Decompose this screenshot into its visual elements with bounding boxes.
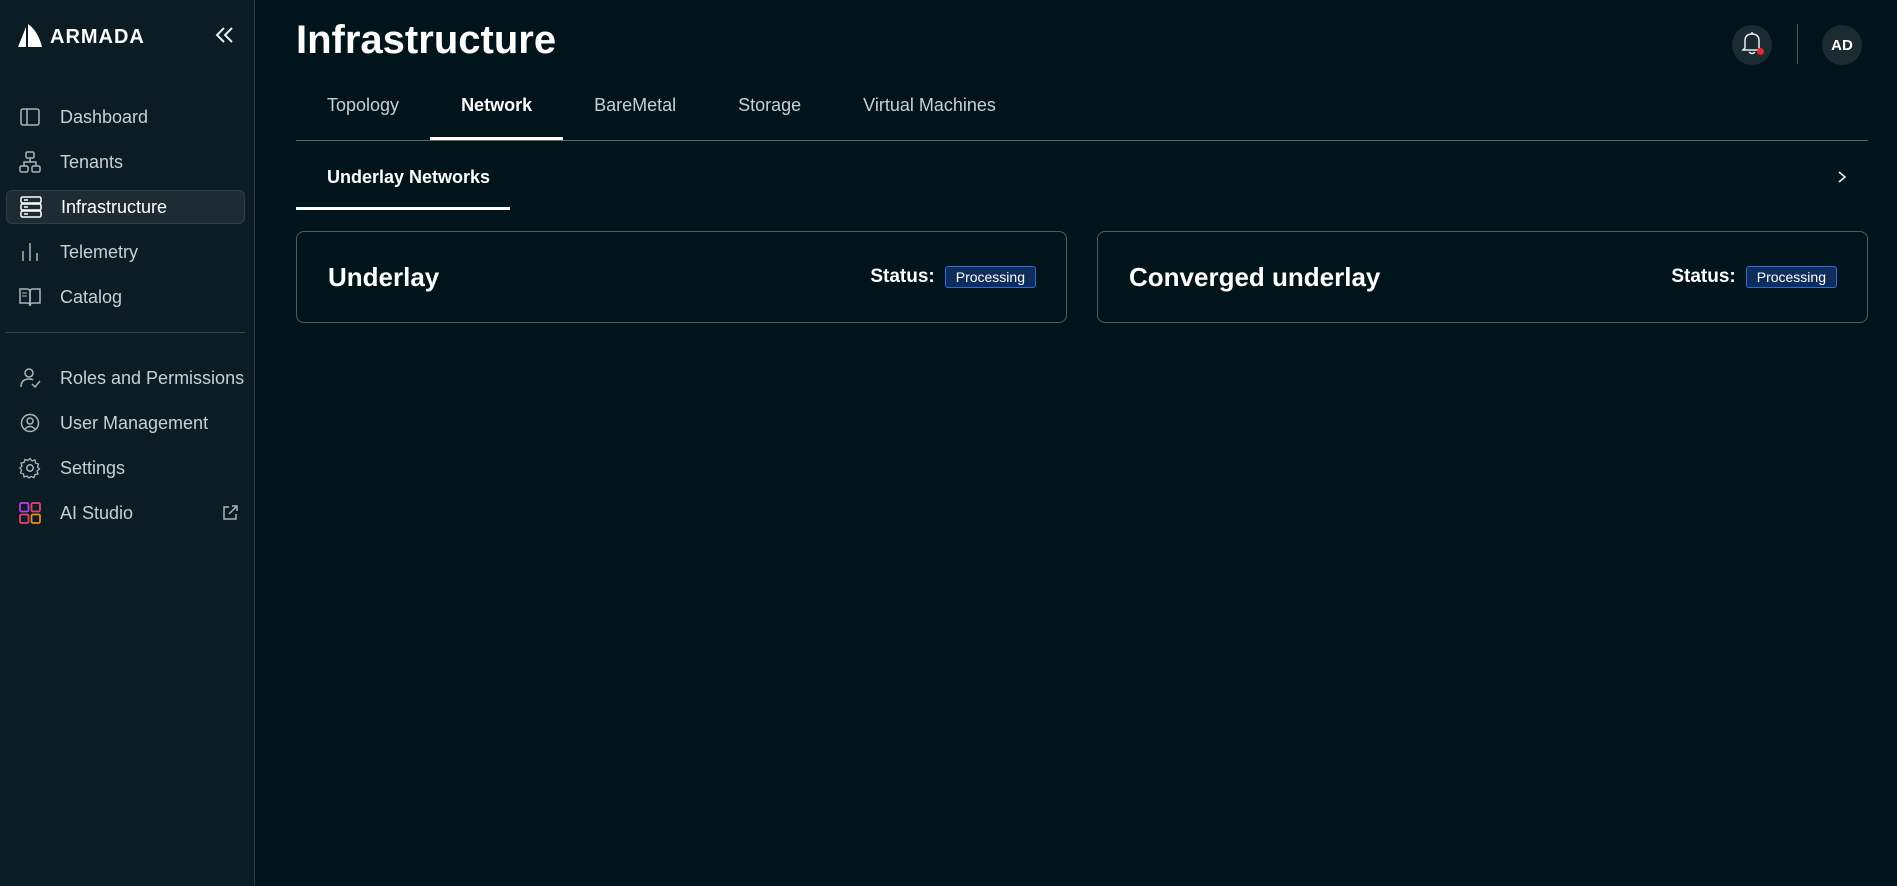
- sidebar-item-settings[interactable]: Settings: [6, 451, 245, 485]
- sidebar-item-roles-and-permissions[interactable]: Roles and Permissions: [6, 361, 245, 395]
- sidebar-item-label: Dashboard: [60, 106, 149, 127]
- chevrons-left-icon: [215, 26, 235, 49]
- server-stack-icon: [19, 195, 43, 219]
- bell-icon: [1741, 31, 1763, 60]
- sidebar-item-label: Catalog: [60, 286, 123, 307]
- tab-virtual-machines[interactable]: Virtual Machines: [832, 76, 1027, 134]
- card-status: Status: Processing: [870, 266, 1036, 288]
- external-link-icon[interactable]: [221, 504, 239, 522]
- sidebar-item-tenants[interactable]: Tenants: [6, 145, 245, 179]
- chevron-right-icon[interactable]: [1836, 170, 1848, 189]
- sidebar-item-catalog[interactable]: Catalog: [6, 280, 245, 314]
- status-label: Status:: [1671, 266, 1736, 287]
- subtab-bar: Underlay Networks: [296, 148, 1868, 210]
- subtab-underlay-networks[interactable]: Underlay Networks: [296, 148, 510, 210]
- tab-bar: Topology Network BareMetal Storage Virtu…: [296, 82, 1868, 141]
- user-check-icon: [18, 366, 42, 390]
- notifications-button[interactable]: [1732, 25, 1772, 65]
- user-avatar[interactable]: AD: [1822, 25, 1862, 65]
- status-badge: Processing: [944, 266, 1036, 288]
- tab-topology[interactable]: Topology: [296, 76, 430, 134]
- sidebar-item-label: Tenants: [60, 151, 124, 172]
- org-hierarchy-icon: [18, 150, 42, 174]
- card-title: Underlay: [328, 261, 440, 292]
- tab-storage[interactable]: Storage: [707, 76, 832, 134]
- sidebar-item-label: Roles and Permissions: [60, 367, 245, 388]
- sidebar-item-ai-studio[interactable]: AI Studio: [6, 496, 245, 530]
- header-divider: [1797, 24, 1798, 64]
- brand-name: ARMADA: [50, 25, 145, 48]
- tab-baremetal[interactable]: BareMetal: [563, 76, 707, 134]
- card-status: Status: Processing: [1671, 266, 1837, 288]
- notification-dot: [1757, 48, 1764, 55]
- book-icon: [18, 285, 42, 309]
- user-circle-icon: [18, 411, 42, 435]
- status-badge: Processing: [1745, 266, 1837, 288]
- sidebar-item-dashboard[interactable]: Dashboard: [6, 100, 245, 134]
- sidebar-nav: Dashboard Tenants Infrastructure Telemet…: [6, 100, 245, 541]
- sidebar-item-label: Settings: [60, 457, 126, 478]
- bar-chart-icon: [18, 240, 42, 264]
- card-title: Converged underlay: [1129, 261, 1381, 292]
- sidebar-item-user-management[interactable]: User Management: [6, 406, 245, 440]
- sidebar-item-label: User Management: [60, 412, 209, 433]
- page-title: Infrastructure: [296, 18, 557, 62]
- sidebar-item-label: AI Studio: [60, 502, 134, 523]
- sidebar-panel-icon: [18, 105, 42, 129]
- armada-logo-icon: [16, 21, 44, 54]
- sidebar-item-label: Telemetry: [60, 241, 139, 262]
- sidebar: ARMADA Dashboard Tenants Infrastructure …: [0, 0, 255, 886]
- sidebar-item-label: Infrastructure: [61, 196, 168, 217]
- network-cards: Underlay Status: Processing Converged un…: [296, 231, 1868, 323]
- tab-network[interactable]: Network: [430, 76, 564, 140]
- app-grid-icon: [18, 501, 42, 525]
- network-card-converged-underlay[interactable]: Converged underlay Status: Processing: [1097, 231, 1868, 323]
- sidebar-item-infrastructure[interactable]: Infrastructure: [6, 190, 245, 224]
- brand-logo[interactable]: ARMADA: [16, 22, 145, 52]
- sidebar-divider: [6, 332, 245, 333]
- gear-icon: [18, 456, 42, 480]
- network-card-underlay[interactable]: Underlay Status: Processing: [296, 231, 1067, 323]
- collapse-sidebar-button[interactable]: [212, 24, 238, 50]
- main-content: Infrastructure AD Topology Network BareM…: [256, 0, 1897, 886]
- status-label: Status:: [870, 266, 935, 287]
- sidebar-item-telemetry[interactable]: Telemetry: [6, 235, 245, 269]
